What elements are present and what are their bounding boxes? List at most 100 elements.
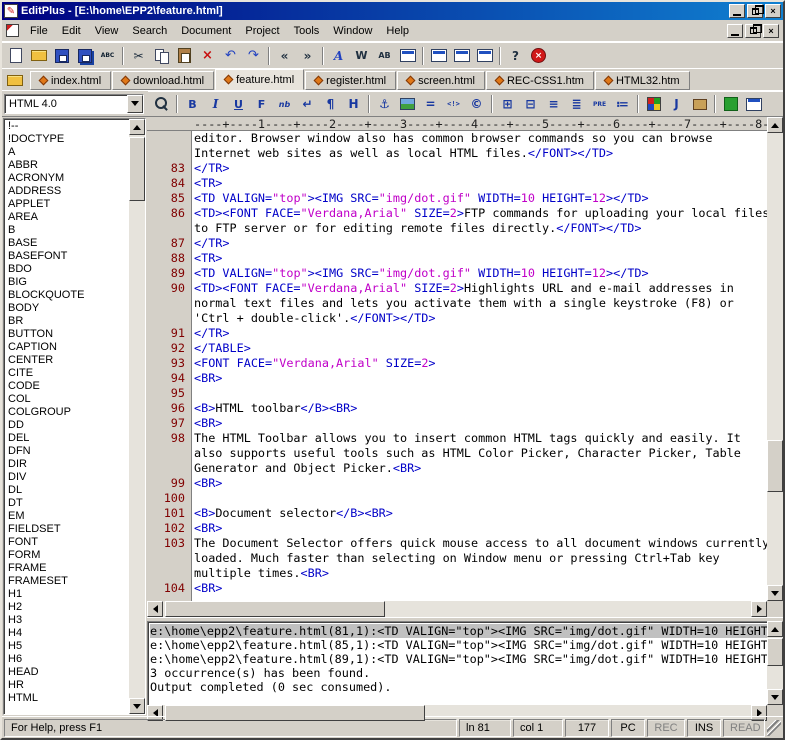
cliptext-item-h2[interactable]: H2 [4,601,129,614]
word-wrap-button[interactable]: W [350,45,373,67]
cliptext-item-cite[interactable]: CITE [4,367,129,380]
cliptext-item-h4[interactable]: H4 [4,627,129,640]
open-button[interactable] [27,45,50,67]
mdi-minimize-button[interactable] [727,24,743,38]
cliptext-item-[interactable]: !-- [4,120,129,133]
cliptext-item-div[interactable]: DIV [4,471,129,484]
cliptext-item-em[interactable]: EM [4,510,129,523]
cliptext-item-dt[interactable]: DT [4,497,129,510]
special-character-button[interactable]: © [465,93,488,115]
output-line[interactable]: e:\home\epp2\feature.html(89,1):<TD VALI… [150,652,767,666]
tab-screen.html[interactable]: screen.html [397,71,485,90]
find-next-button[interactable]: » [296,45,319,67]
cliptext-item-caption[interactable]: CAPTION [4,341,129,354]
menu-document[interactable]: Document [174,22,238,40]
cliptext-item-h5[interactable]: H5 [4,640,129,653]
resize-grip[interactable] [767,720,781,736]
cliptext-item-br[interactable]: BR [4,315,129,328]
undo-button[interactable]: ↶ [219,45,242,67]
cliptext-item-col[interactable]: COL [4,393,129,406]
output-line[interactable]: Output completed (0 sec consumed). [150,680,767,694]
cliptext-item-center[interactable]: CENTER [4,354,129,367]
browser-window-button[interactable] [473,45,496,67]
tab-download.html[interactable]: download.html [112,71,214,90]
output-line[interactable]: 3 occurrence(s) has been found. [150,666,767,680]
tab-index.html[interactable]: index.html [30,71,111,90]
tab-HTML32.htm[interactable]: HTML32.htm [595,71,690,90]
cliptext-item-colgroup[interactable]: COLGROUP [4,406,129,419]
cliptext-item-html[interactable]: HTML [4,692,129,705]
cliptext-item-fieldset[interactable]: FIELDSET [4,523,129,536]
cliptext-item-blockquote[interactable]: BLOCKQUOTE [4,289,129,302]
cliptext-item-button[interactable]: BUTTON [4,328,129,341]
scrollbar-track[interactable] [767,637,783,689]
cut-button[interactable]: ✂ [127,45,150,67]
document-selector-button[interactable] [427,45,450,67]
cliptext-item-del[interactable]: DEL [4,432,129,445]
cliptext-item-dfn[interactable]: DFN [4,445,129,458]
menu-help[interactable]: Help [379,22,416,40]
cliptext-item-font[interactable]: FONT [4,536,129,549]
cliptext-item-applet[interactable]: APPLET [4,198,129,211]
scroll-left-button[interactable] [147,601,163,617]
cliptext-vertical-scrollbar[interactable] [129,119,145,714]
align-left-button[interactable]: ≡ [542,93,565,115]
script-button[interactable]: J [665,93,688,115]
line-break-button[interactable]: ↵ [296,93,319,115]
copy-button[interactable] [150,45,173,67]
cliptext-item-dir[interactable]: DIR [4,458,129,471]
heading-button[interactable]: H [342,93,365,115]
scrollbar-track[interactable] [767,133,783,585]
comment-button[interactable]: <!> [442,93,465,115]
menu-project[interactable]: Project [238,22,286,40]
color-picker-button[interactable] [642,93,665,115]
new-document-button[interactable] [4,45,27,67]
object-picker-button[interactable] [688,93,711,115]
minimize-button[interactable] [729,4,745,18]
cliptext-item-a[interactable]: A [4,146,129,159]
table-row-button[interactable]: ⊟ [519,93,542,115]
scrollbar-track[interactable] [163,601,751,617]
directory-window-button[interactable] [4,70,26,90]
editor-vertical-scrollbar[interactable] [767,117,783,601]
editor-horizontal-scrollbar[interactable] [147,601,767,617]
paste-button[interactable] [173,45,196,67]
find-previous-button[interactable]: « [273,45,296,67]
scroll-down-button[interactable] [767,585,783,601]
cliptext-item-code[interactable]: CODE [4,380,129,393]
cliptext-dropdown[interactable]: HTML 4.0 [4,94,144,114]
scrollbar-thumb[interactable] [165,705,425,721]
cliptext-item-body[interactable]: BODY [4,302,129,315]
restore-button[interactable] [747,4,763,18]
scrollbar-thumb[interactable] [767,440,783,492]
table-button[interactable]: ⊞ [496,93,519,115]
scroll-up-button[interactable] [767,621,783,637]
cliptext-item-hr[interactable]: HR [4,679,129,692]
browser-preview-button[interactable] [150,93,173,115]
output-window-button[interactable] [450,45,473,67]
horizontal-rule-button[interactable]: = [419,93,442,115]
tab-REC-CSS1.htm[interactable]: REC-CSS1.htm [486,71,594,90]
cliptext-item-dl[interactable]: DL [4,484,129,497]
menu-edit[interactable]: Edit [55,22,88,40]
document-system-icon[interactable] [6,24,19,37]
cliptext-item-abbr[interactable]: ABBR [4,159,129,172]
spell-check-button[interactable]: ABC [96,45,119,67]
font-style-button[interactable]: A [327,45,350,67]
scroll-down-button[interactable] [129,698,145,714]
cliptext-item-b[interactable]: B [4,224,129,237]
cliptext-item-frame[interactable]: FRAME [4,562,129,575]
cliptext-item-form[interactable]: FORM [4,549,129,562]
mdi-close-button[interactable]: × [763,24,779,38]
save-button[interactable] [50,45,73,67]
image-button[interactable] [396,93,419,115]
syntax-check-button[interactable] [719,93,742,115]
menu-tools[interactable]: Tools [287,22,327,40]
paragraph-button[interactable]: ¶ [319,93,342,115]
cliptext-item-doctype[interactable]: !DOCTYPE [4,133,129,146]
dropdown-button[interactable] [127,95,143,113]
italic-button[interactable]: I [204,93,227,115]
cliptext-item-area[interactable]: AREA [4,211,129,224]
bold-button[interactable]: B [181,93,204,115]
nbsp-button[interactable]: nb [273,93,296,115]
